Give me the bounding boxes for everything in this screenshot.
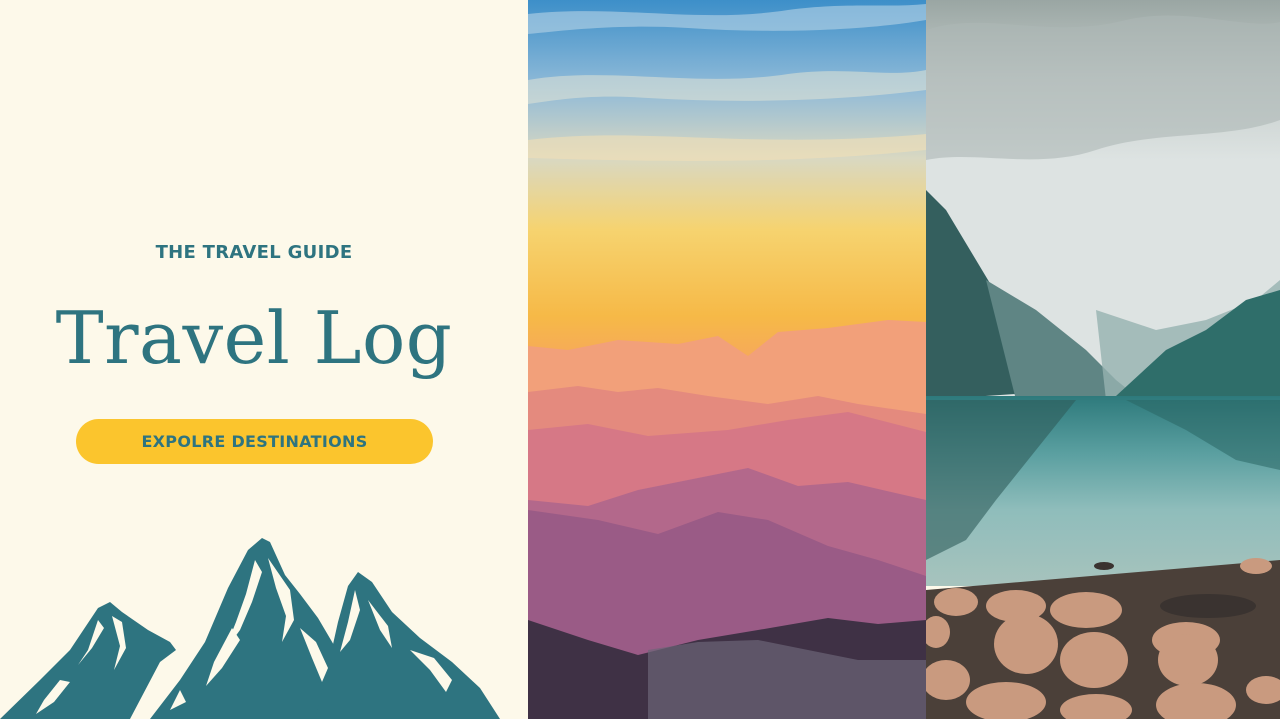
sunset-mountains-photo bbox=[528, 0, 926, 719]
hero-section: THE TRAVEL GUIDE Travel Log EXPOLRE DEST… bbox=[0, 0, 528, 719]
mountain-lake-image bbox=[926, 0, 1280, 719]
mountain-lake-photo bbox=[926, 0, 1280, 719]
explore-destinations-button[interactable]: EXPOLRE DESTINATIONS bbox=[76, 419, 433, 464]
mountain-peaks-icon bbox=[0, 538, 500, 719]
sunset-mountains-image bbox=[528, 0, 926, 719]
hero-kicker: THE TRAVEL GUIDE bbox=[155, 242, 353, 263]
hero-title: Travel Log bbox=[55, 296, 453, 380]
